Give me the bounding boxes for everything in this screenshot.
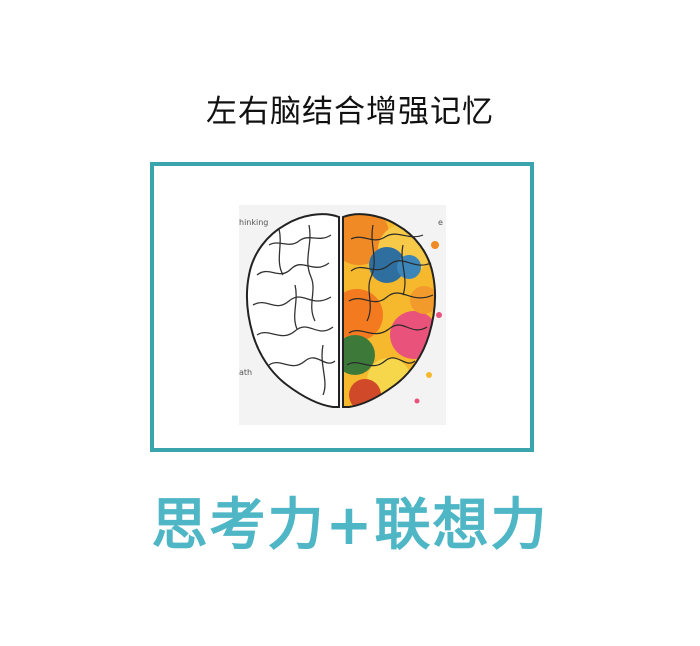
brain-icon: hinking ath e xyxy=(239,213,443,408)
label-thinking: hinking xyxy=(239,218,268,227)
page-title: 左右脑结合增强记忆 xyxy=(206,94,494,130)
subtitle: 思考力+联想力 xyxy=(151,493,549,558)
label-right-top: e xyxy=(438,218,443,227)
label-math: ath xyxy=(239,368,252,377)
brain-illustration: hinking ath e xyxy=(239,205,446,425)
